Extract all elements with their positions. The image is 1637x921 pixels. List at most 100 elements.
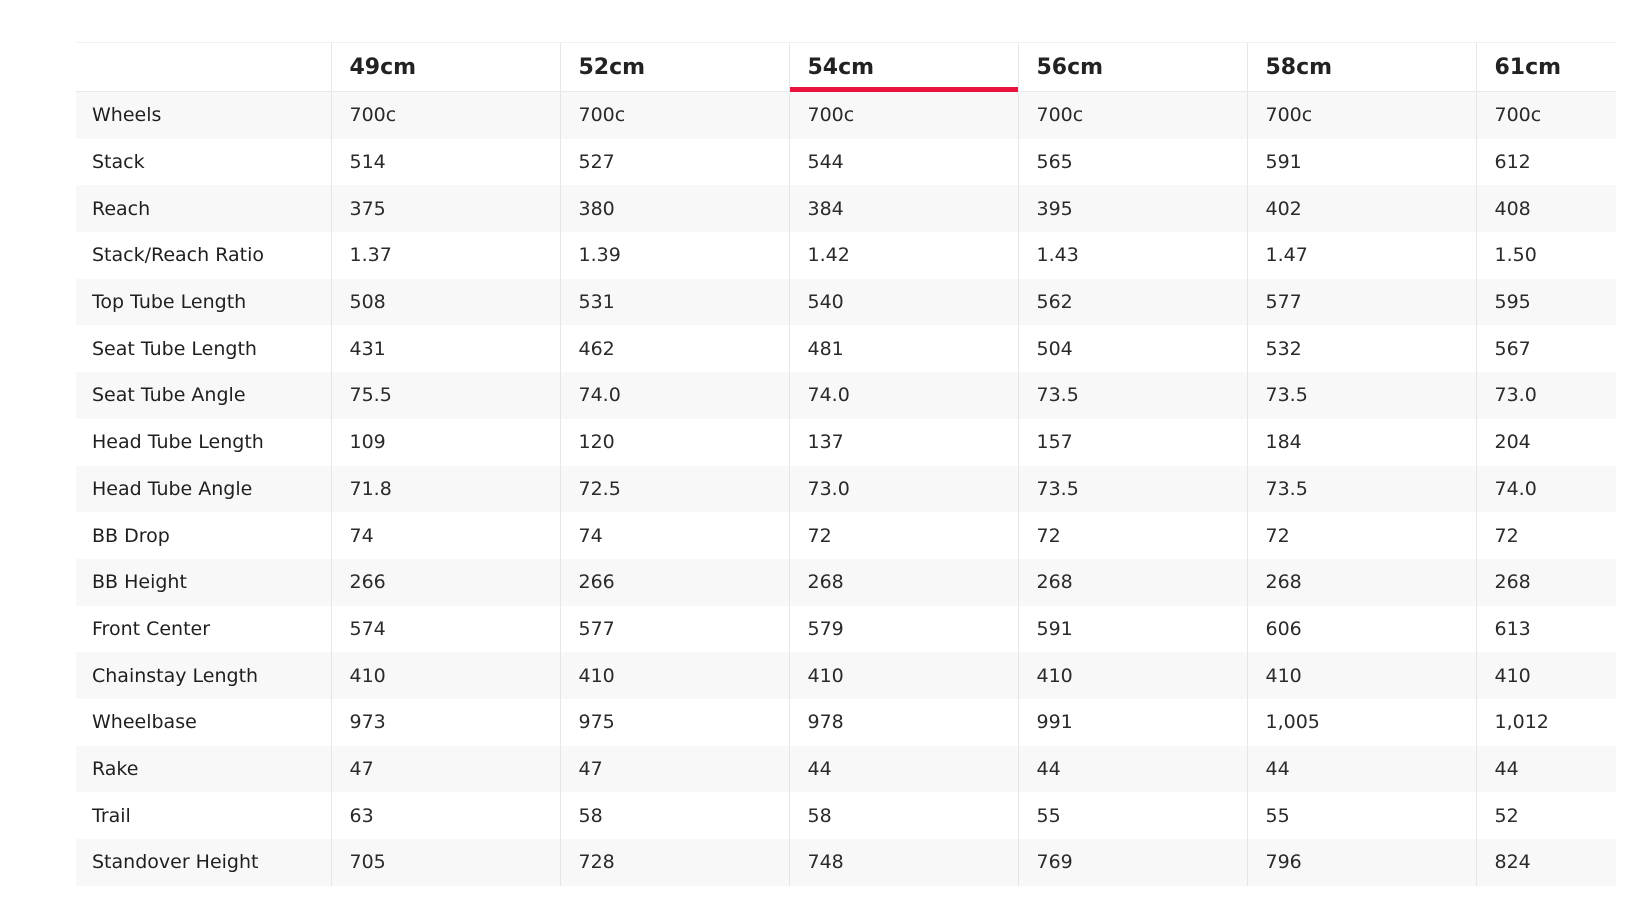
row-label: BB Height [76,558,331,606]
table-cell: 44 [1475,745,1616,793]
row-label: Stack/Reach Ratio [76,232,331,279]
table-cell: 991 [1017,698,1247,746]
table-cell: 120 [559,418,789,466]
table-cell: 410 [1017,652,1247,699]
table-cell: 184 [1246,418,1476,466]
table-cell: 612 [1475,138,1616,186]
table-row: Top Tube Length 508 531 540 562 577 595 [76,278,1616,326]
table-row: Seat Tube Length 431 462 481 504 532 567 [76,325,1616,373]
table-cell: 1.47 [1246,232,1476,279]
table-row: Reach 375 380 384 395 402 408 [76,185,1616,233]
table-cell: 481 [788,325,1018,373]
table-cell: 579 [788,605,1018,653]
table-cell: 72 [1246,512,1476,559]
table-cell: 73.5 [1017,465,1247,513]
table-cell: 796 [1246,839,1476,886]
table-cell: 591 [1246,138,1476,186]
size-tab-49cm[interactable]: 49cm [330,42,560,92]
table-cell: 508 [330,278,560,326]
table-cell: 384 [788,185,1018,233]
table-cell: 577 [1246,278,1476,326]
table-cell: 410 [330,652,560,699]
row-label: Chainstay Length [76,652,331,699]
table-cell: 73.5 [1246,372,1476,419]
row-label: Wheels [76,91,331,139]
size-header-row: 49cm 52cm 54cm 56cm 58cm 61cm [76,42,1616,93]
table-cell: 72 [788,512,1018,559]
table-cell: 73.0 [788,465,1018,513]
table-cell: 268 [1475,558,1616,606]
table-cell: 1.50 [1475,232,1616,279]
table-cell: 606 [1246,605,1476,653]
row-label: Reach [76,185,331,233]
table-cell: 514 [330,138,560,186]
row-label: Stack [76,138,331,186]
row-label: Seat Tube Angle [76,372,331,419]
size-tab-52cm[interactable]: 52cm [559,42,789,92]
table-cell: 47 [559,745,789,793]
table-cell: 268 [788,558,1018,606]
table-cell: 44 [1246,745,1476,793]
table-cell: 973 [330,698,560,746]
row-label: Head Tube Length [76,418,331,466]
table-cell: 531 [559,278,789,326]
table-row: Rake 47 47 44 44 44 44 [76,745,1616,793]
table-cell: 266 [559,558,789,606]
table-cell: 266 [330,558,560,606]
table-row: Front Center 574 577 579 591 606 613 [76,605,1616,653]
table-row: BB Drop 74 74 72 72 72 72 [76,512,1616,559]
table-cell: 72 [1475,512,1616,559]
table-cell: 410 [788,652,1018,699]
table-cell: 408 [1475,185,1616,233]
table-cell: 55 [1246,792,1476,839]
table-cell: 504 [1017,325,1247,373]
table-cell: 1,005 [1246,698,1476,746]
table-cell: 1.43 [1017,232,1247,279]
table-cell: 157 [1017,418,1247,466]
table-cell: 73.5 [1246,465,1476,513]
table-cell: 700c [788,91,1018,139]
size-tab-54cm-selected[interactable]: 54cm [788,42,1018,93]
table-cell: 462 [559,325,789,373]
size-tab-56cm[interactable]: 56cm [1017,42,1247,92]
table-row: Standover Height 705 728 748 769 796 824 [76,839,1616,886]
table-cell: 978 [788,698,1018,746]
table-cell: 1.39 [559,232,789,279]
table-cell: 824 [1475,839,1616,886]
table-cell: 527 [559,138,789,186]
geometry-table-body: Wheels 700c 700c 700c 700c 700c 700c Stack 514 52… [76,91,1616,886]
row-label: Rake [76,745,331,793]
table-cell: 74.0 [788,372,1018,419]
table-row: Stack 514 527 544 565 591 612 [76,138,1616,186]
table-row: Head Tube Angle 71.8 72.5 73.0 73.5 73.5 74.0 [76,465,1616,513]
table-cell: 562 [1017,278,1247,326]
table-cell: 410 [1246,652,1476,699]
row-label: Front Center [76,605,331,653]
table-cell: 1.42 [788,232,1018,279]
table-cell: 540 [788,278,1018,326]
table-cell: 700c [1246,91,1476,139]
table-row: Wheelbase 973 975 978 991 1,005 1,012 [76,698,1616,746]
table-cell: 544 [788,138,1018,186]
table-cell: 55 [1017,792,1247,839]
table-row: Trail 63 58 58 55 55 52 [76,792,1616,839]
table-cell: 705 [330,839,560,886]
table-cell: 72.5 [559,465,789,513]
table-cell: 375 [330,185,560,233]
geometry-table-container: 49cm 52cm 54cm 56cm 58cm 61cm Wheels 700c… [76,42,1616,886]
table-cell: 268 [1246,558,1476,606]
table-cell: 58 [788,792,1018,839]
size-tab-61cm[interactable]: 61cm [1475,42,1616,92]
table-cell: 410 [1475,652,1616,699]
table-cell: 1,012 [1475,698,1616,746]
geometry-table: 49cm 52cm 54cm 56cm 58cm 61cm Wheels 700c… [76,42,1616,886]
table-cell: 71.8 [330,465,560,513]
table-cell: 728 [559,839,789,886]
size-tab-58cm[interactable]: 58cm [1246,42,1476,92]
table-row: Stack/Reach Ratio 1.37 1.39 1.42 1.43 1.47 1.5… [76,232,1616,279]
table-cell: 577 [559,605,789,653]
row-label: Wheelbase [76,698,331,746]
table-cell: 52 [1475,792,1616,839]
table-cell: 73.0 [1475,372,1616,419]
table-cell: 380 [559,185,789,233]
